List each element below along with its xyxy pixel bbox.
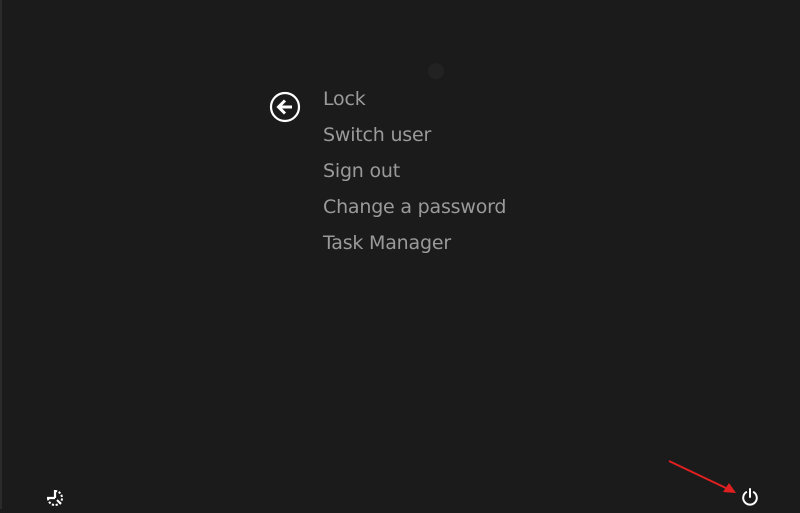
security-options-screen: Lock Switch user Sign out Change a passw…: [0, 0, 800, 509]
annotation-arrow: [668, 460, 736, 493]
menu-item-change-password[interactable]: Change a password: [323, 192, 506, 228]
security-options-menu: Lock Switch user Sign out Change a passw…: [323, 84, 506, 264]
ease-of-access-icon: [47, 490, 63, 506]
power-button[interactable]: [739, 486, 761, 508]
ease-of-access-button[interactable]: [44, 487, 66, 509]
menu-item-switch-user[interactable]: Switch user: [323, 120, 506, 156]
menu-item-lock[interactable]: Lock: [323, 84, 506, 120]
back-button[interactable]: [269, 91, 301, 123]
menu-item-sign-out[interactable]: Sign out: [323, 156, 506, 192]
back-arrow-icon: [269, 91, 301, 123]
power-icon: [742, 488, 758, 506]
menu-item-task-manager[interactable]: Task Manager: [323, 228, 506, 264]
loading-dot: [428, 63, 444, 79]
